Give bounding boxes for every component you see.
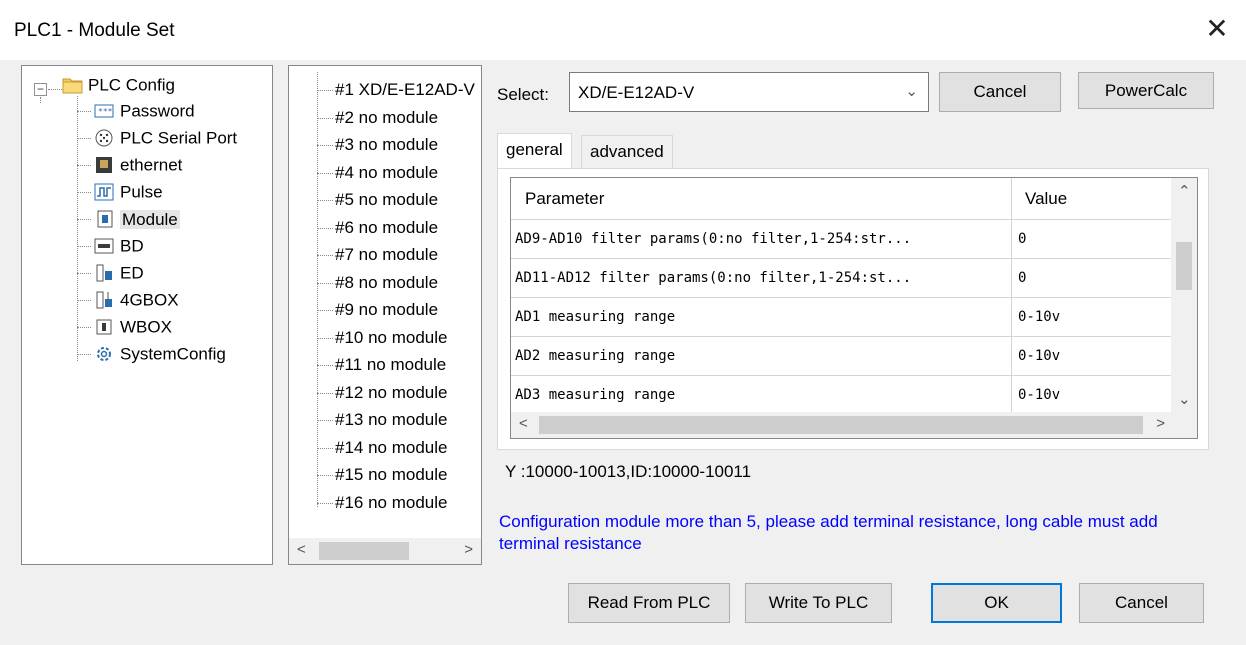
- tab-advanced[interactable]: advanced: [581, 135, 673, 169]
- ok-button[interactable]: OK: [931, 583, 1062, 623]
- header-parameter[interactable]: Parameter: [511, 178, 1011, 220]
- value-cell[interactable]: 0: [1011, 259, 1173, 298]
- scroll-down-icon[interactable]: ⌄: [1178, 390, 1191, 408]
- general-tab-panel: Parameter Value AD9-AD10 filter params(0…: [497, 168, 1209, 450]
- module-slot-item[interactable]: #12 no module: [335, 380, 447, 406]
- module-slot-item[interactable]: #9 no module: [335, 297, 438, 323]
- table-row[interactable]: AD2 measuring range 0-10v: [511, 337, 1173, 376]
- tree-item-serial-port[interactable]: PLC Serial Port: [94, 125, 237, 151]
- select-value: XD/E-E12AD-V: [578, 83, 695, 102]
- grid-horizontal-scrollbar[interactable]: < >: [511, 412, 1173, 438]
- select-label: Select:: [497, 85, 549, 104]
- module-slot-item[interactable]: #10 no module: [335, 325, 447, 351]
- terminal-resistance-note: Configuration module more than 5, please…: [499, 512, 1158, 553]
- module-slot-item[interactable]: #3 no module: [335, 132, 438, 158]
- parameter-cell: AD9-AD10 filter params(0:no filter,1-254…: [515, 231, 912, 247]
- value-cell[interactable]: 0-10v: [1011, 337, 1173, 376]
- 4gbox-icon: [94, 291, 114, 309]
- tree-item-system-config[interactable]: SystemConfig: [94, 341, 226, 367]
- close-button[interactable]: ✕: [1202, 14, 1232, 44]
- wbox-icon: [94, 318, 114, 336]
- scroll-up-icon[interactable]: ⌃: [1178, 182, 1191, 200]
- scroll-right-icon[interactable]: >: [464, 541, 473, 558]
- serial-port-icon: [94, 129, 114, 147]
- grid-header: Parameter Value: [511, 178, 1173, 220]
- module-slot-item[interactable]: #16 no module: [335, 490, 447, 516]
- parameter-cell: AD11-AD12 filter params(0:no filter,1-25…: [515, 270, 912, 286]
- module-icon: [94, 210, 114, 228]
- cancel-bottom-button[interactable]: Cancel: [1079, 583, 1204, 623]
- scrollbar-thumb[interactable]: [319, 542, 409, 560]
- config-tree[interactable]: − PLC Config *** Password PLC Serial Por…: [21, 65, 273, 565]
- module-slot-item[interactable]: #2 no module: [335, 105, 438, 131]
- tree-item-pulse[interactable]: Pulse: [94, 179, 163, 205]
- io-range-info: Y :10000-10013,ID:10000-10011: [505, 462, 752, 481]
- module-slot-item[interactable]: #8 no module: [335, 270, 438, 296]
- module-list-horizontal-scrollbar[interactable]: < >: [289, 538, 481, 564]
- module-slot-item[interactable]: #14 no module: [335, 435, 447, 461]
- value-cell[interactable]: 0-10v: [1011, 298, 1173, 337]
- module-slot-item[interactable]: #15 no module: [335, 462, 447, 488]
- pulse-icon: [94, 183, 114, 201]
- grid-vertical-scrollbar[interactable]: ⌃ ⌄: [1171, 178, 1197, 414]
- ethernet-icon: [94, 156, 114, 174]
- header-value[interactable]: Value: [1011, 178, 1173, 220]
- cancel-top-button[interactable]: Cancel: [939, 72, 1061, 112]
- module-slot-item[interactable]: #5 no module: [335, 187, 438, 213]
- module-slot-item[interactable]: #6 no module: [335, 215, 438, 241]
- tree-item-ethernet[interactable]: ethernet: [94, 152, 182, 178]
- table-row[interactable]: AD11-AD12 filter params(0:no filter,1-25…: [511, 259, 1173, 298]
- tab-general[interactable]: general: [497, 133, 572, 169]
- password-icon: ***: [94, 102, 114, 120]
- scrollbar-thumb[interactable]: [539, 416, 1143, 434]
- scrollbar-thumb[interactable]: [1176, 242, 1192, 290]
- module-slot-item[interactable]: #13 no module: [335, 407, 447, 433]
- value-cell[interactable]: 0-10v: [1011, 376, 1173, 415]
- tree-item-plc-config[interactable]: PLC Config: [62, 72, 175, 98]
- value-cell[interactable]: 0: [1011, 220, 1173, 259]
- window-title: PLC1 - Module Set: [14, 20, 175, 41]
- parameter-cell: AD2 measuring range: [515, 348, 676, 364]
- scroll-right-icon[interactable]: >: [1156, 415, 1165, 432]
- module-slot-item[interactable]: #11 no module: [335, 352, 446, 378]
- folder-icon: [62, 76, 83, 94]
- module-slot-item[interactable]: #1 XD/E-E12AD-V: [335, 77, 475, 103]
- table-row[interactable]: AD9-AD10 filter params(0:no filter,1-254…: [511, 220, 1173, 259]
- ed-icon: [94, 264, 114, 282]
- scroll-left-icon[interactable]: <: [297, 541, 306, 558]
- module-type-select[interactable]: XD/E-E12AD-V ⌄: [569, 72, 929, 112]
- module-slot-item[interactable]: #4 no module: [335, 160, 438, 186]
- tree-item-4gbox[interactable]: 4GBOX: [94, 287, 179, 313]
- module-list[interactable]: #1 XD/E-E12AD-V #2 no module #3 no module #…: [288, 65, 482, 565]
- tree-item-ed[interactable]: ED: [94, 260, 144, 286]
- parameter-cell: AD1 measuring range: [515, 309, 676, 325]
- table-row[interactable]: AD3 measuring range 0-10v: [511, 376, 1173, 415]
- tree-item-module[interactable]: Module: [94, 206, 180, 232]
- title-bar: PLC1 - Module Set ✕: [0, 0, 1246, 60]
- parameter-cell: AD3 measuring range: [515, 387, 676, 403]
- table-row[interactable]: AD1 measuring range 0-10v: [511, 298, 1173, 337]
- tree-item-password[interactable]: *** Password: [94, 98, 195, 124]
- bd-icon: [94, 237, 114, 255]
- power-calc-button[interactable]: PowerCalc: [1078, 72, 1214, 109]
- module-slot-item[interactable]: #7 no module: [335, 242, 438, 268]
- tree-item-bd[interactable]: BD: [94, 233, 144, 259]
- tree-item-wbox[interactable]: WBOX: [94, 314, 172, 340]
- scrollbar-corner: [1171, 412, 1197, 438]
- svg-text:***: ***: [98, 107, 113, 116]
- write-to-plc-button[interactable]: Write To PLC: [745, 583, 892, 623]
- chevron-down-icon: ⌄: [905, 83, 918, 100]
- collapse-toggle-icon[interactable]: −: [34, 83, 47, 96]
- gear-icon: [94, 345, 114, 363]
- scroll-left-icon[interactable]: <: [519, 415, 528, 432]
- parameter-grid[interactable]: Parameter Value AD9-AD10 filter params(0…: [510, 177, 1198, 439]
- read-from-plc-button[interactable]: Read From PLC: [568, 583, 730, 623]
